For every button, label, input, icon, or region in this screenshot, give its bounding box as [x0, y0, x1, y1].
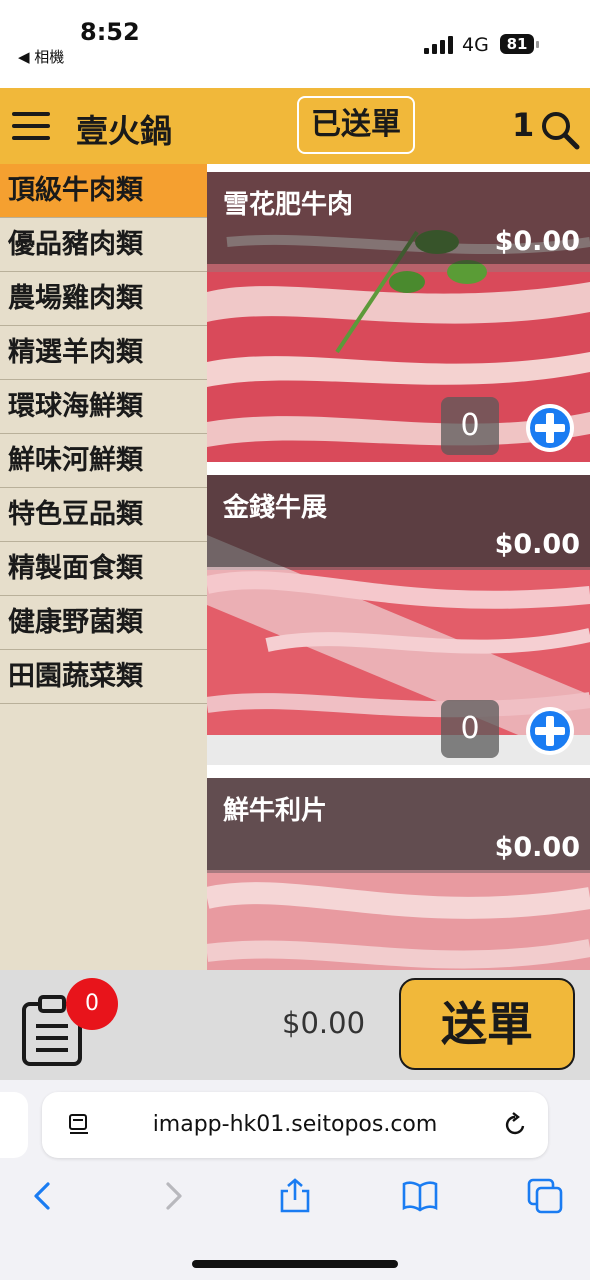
- order-total: $0.00: [282, 1006, 366, 1040]
- reload-icon[interactable]: [502, 1112, 528, 1138]
- category-item-vegetables[interactable]: 田園蔬菜類: [0, 650, 207, 704]
- product-name: 金錢牛展: [223, 493, 328, 523]
- category-item-chicken[interactable]: 農場雞肉類: [0, 272, 207, 326]
- previous-tab-preview[interactable]: [0, 1092, 28, 1158]
- signal-icon: [424, 36, 454, 54]
- battery-icon: 81: [500, 34, 534, 54]
- product-quantity: 0: [441, 700, 499, 758]
- category-item-seafood[interactable]: 環球海鮮類: [0, 380, 207, 434]
- browser-toolbar: imapp-hk01.seitopos.com: [0, 1080, 590, 1280]
- add-plus-icon[interactable]: [525, 403, 575, 453]
- battery-cap: [536, 41, 539, 48]
- tabs-icon[interactable]: [527, 1178, 563, 1214]
- back-to-app-link[interactable]: ◀ 相機: [18, 46, 64, 67]
- category-sidebar: 頂級牛肉類 優品豬肉類 農場雞肉類 精選羊肉類 環球海鮮類 鮮味河鮮類 特色豆品…: [0, 164, 207, 970]
- category-item-mushrooms[interactable]: 健康野菌類: [0, 596, 207, 650]
- network-type: 4G: [462, 34, 489, 56]
- sent-orders-button[interactable]: 已送單: [297, 96, 415, 154]
- product-card[interactable]: 鮮牛利片 $0.00: [207, 778, 590, 970]
- product-card[interactable]: 金錢牛展 $0.00 0: [207, 475, 590, 765]
- search-icon[interactable]: [540, 110, 580, 150]
- hamburger-menu-icon[interactable]: [12, 112, 50, 140]
- category-item-river-fish[interactable]: 鮮味河鮮類: [0, 434, 207, 488]
- product-price: $0.00: [494, 226, 580, 257]
- product-price: $0.00: [494, 529, 580, 560]
- category-item-lamb[interactable]: 精選羊肉類: [0, 326, 207, 380]
- category-item-tofu[interactable]: 特色豆品類: [0, 488, 207, 542]
- product-name: 雪花肥牛肉: [223, 190, 354, 220]
- add-plus-icon[interactable]: [525, 706, 575, 756]
- product-card[interactable]: 雪花肥牛肉 $0.00 0: [207, 172, 590, 462]
- category-item-noodles[interactable]: 精製面食類: [0, 542, 207, 596]
- share-icon[interactable]: [277, 1178, 313, 1214]
- order-summary-bar: 0 $0.00 送單: [0, 970, 590, 1080]
- forward-arrow-icon[interactable]: [154, 1178, 190, 1214]
- product-list: 雪花肥牛肉 $0.00 0 金錢牛展 $0.00 0 鮮牛利片 $0.00: [207, 164, 590, 970]
- bookmarks-icon[interactable]: [402, 1178, 438, 1214]
- submit-order-button[interactable]: 送單: [399, 978, 575, 1070]
- address-bar[interactable]: imapp-hk01.seitopos.com: [42, 1092, 548, 1158]
- url-text: imapp-hk01.seitopos.com: [152, 1112, 438, 1137]
- guest-count: 1: [512, 106, 535, 144]
- product-quantity: 0: [441, 397, 499, 455]
- status-time: 8:52: [80, 18, 140, 46]
- category-item-premium-beef[interactable]: 頂級牛肉類: [0, 164, 207, 218]
- product-price: $0.00: [494, 832, 580, 863]
- app-header: 壹火鍋 已送單 1: [0, 88, 590, 164]
- home-indicator: [192, 1260, 398, 1268]
- shop-name: 壹火鍋: [76, 112, 173, 150]
- cart-count-badge: 0: [66, 978, 118, 1030]
- back-arrow-icon[interactable]: [26, 1178, 62, 1214]
- category-item-pork[interactable]: 優品豬肉類: [0, 218, 207, 272]
- status-bar: 8:52 ◀ 相機 4G 81: [0, 0, 590, 88]
- product-name: 鮮牛利片: [223, 796, 328, 826]
